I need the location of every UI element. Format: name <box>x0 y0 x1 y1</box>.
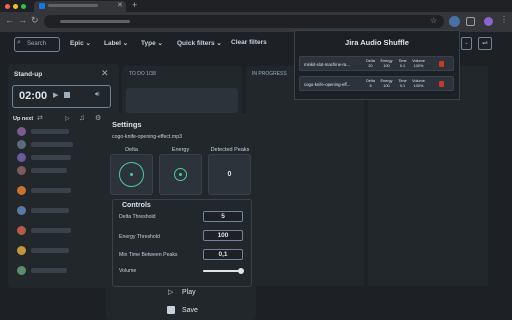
close-window-icon[interactable] <box>5 3 10 9</box>
url-text-redacted <box>60 20 130 23</box>
up-next-label: Up next <box>13 116 34 122</box>
energy-threshold-input[interactable]: 100 <box>203 230 243 241</box>
min-time-input[interactable]: 0,1 <box>203 249 243 260</box>
shuffle-icon[interactable]: ⇄ <box>37 114 43 122</box>
delete-icon[interactable] <box>439 61 444 67</box>
delta-threshold-label: Delta Threshold <box>119 214 156 220</box>
issue-card[interactable] <box>126 88 238 113</box>
board-settings-icon[interactable]: ⇌ <box>478 37 492 50</box>
settings-title: Settings <box>112 120 142 129</box>
back-icon[interactable]: ← <box>5 15 14 25</box>
participant-name-redacted <box>31 268 67 273</box>
gear-icon[interactable]: ⚙ <box>95 114 101 122</box>
detected-peaks-label: Detected Peaks <box>210 147 250 153</box>
profile-avatar-icon[interactable] <box>484 17 493 26</box>
min-time-label: Min Time Between Peaks <box>119 252 178 258</box>
filter-label[interactable]: Label ⌄ <box>104 39 128 47</box>
volume-slider-handle[interactable] <box>238 268 244 274</box>
participant-name-redacted <box>31 168 67 173</box>
browser-menu-icon[interactable]: ⋮ <box>500 15 508 24</box>
volume-slider[interactable] <box>203 268 244 274</box>
avatar <box>17 127 26 136</box>
energy-cell: Energy 100 <box>380 79 393 88</box>
delta-dot <box>130 173 133 176</box>
delete-icon[interactable] <box>439 81 444 87</box>
save-button[interactable]: Save <box>182 307 198 314</box>
participant-name-redacted <box>31 188 71 193</box>
close-icon[interactable]: ✕ <box>101 68 109 79</box>
tab-title-redacted <box>48 4 98 7</box>
delta-cell: Delta 20 <box>366 59 375 68</box>
avatar <box>17 246 26 255</box>
tab-favicon-icon <box>39 3 45 9</box>
sound-name: minkit-slot-machine-ra... <box>304 62 350 67</box>
search-icon: ⌕ <box>17 39 21 46</box>
maximize-window-icon[interactable] <box>21 3 26 9</box>
delta-threshold-input[interactable]: 5 <box>203 211 243 222</box>
energy-cell: Energy 100 <box>380 59 393 68</box>
avatar <box>17 226 26 235</box>
avatar <box>17 266 26 275</box>
timer-display: 02:00 <box>19 90 48 102</box>
volume-cell: Volume 100% <box>412 59 425 68</box>
music-icon[interactable]: ♫ <box>79 113 85 122</box>
avatar <box>17 206 26 215</box>
time-cell: Time 0.1 <box>398 79 407 88</box>
sound-filename: cogo-knife-opening-effect.mp3 <box>112 134 182 140</box>
peaks-count: 0 <box>227 171 232 178</box>
play-icon[interactable]: ▷ <box>168 288 173 296</box>
volume-icon[interactable]: 🔊︎ <box>95 91 99 99</box>
play-next-icon[interactable]: ▷ <box>65 115 70 122</box>
filter-epic[interactable]: Epic ⌄ <box>70 39 91 47</box>
play-button[interactable]: Play <box>182 289 196 296</box>
new-tab-button[interactable]: + <box>132 0 137 10</box>
avatar <box>17 166 26 175</box>
column-in-progress-header: IN PROGRESS <box>252 71 287 77</box>
stop-icon[interactable] <box>64 92 70 98</box>
standup-title: Stand-up <box>14 71 43 78</box>
avatar <box>17 186 26 195</box>
bookmark-star-icon[interactable]: ☆ <box>430 16 437 25</box>
volume-label: Volume <box>119 268 137 274</box>
avatar <box>17 140 26 149</box>
volume-cell: Volume 100% <box>412 79 425 88</box>
column-todo-header: TO DO 1/38 <box>129 71 156 77</box>
participant-name-redacted <box>31 142 73 147</box>
extension-active-icon[interactable] <box>449 16 460 27</box>
extensions-puzzle-icon[interactable] <box>466 17 475 26</box>
participant-name-redacted <box>31 155 71 160</box>
save-icon <box>167 306 175 314</box>
participant-name-redacted <box>31 248 69 253</box>
reload-icon[interactable]: ↻ <box>31 15 39 26</box>
forward-icon[interactable]: → <box>18 15 27 25</box>
avatar <box>17 153 26 162</box>
sound-row[interactable]: cogo-knife-opening-eff... Delta 5 Energy 1… <box>299 76 454 91</box>
filter-type[interactable]: Type ⌄ <box>141 39 163 47</box>
energy-threshold-label: Energy Threshold <box>119 234 160 240</box>
clear-filters-button[interactable]: Clear filters <box>231 39 267 46</box>
tab-close-icon[interactable]: ✕ <box>117 1 123 9</box>
time-cell: Time 0.1 <box>398 59 407 68</box>
energy-dot <box>179 173 182 176</box>
energy-label: Energy <box>171 147 190 153</box>
delta-label: Delta <box>125 147 138 153</box>
participant-name-redacted <box>31 208 69 213</box>
minimize-window-icon[interactable] <box>13 3 18 9</box>
filter-quick-filters[interactable]: Quick filters ⌄ <box>177 39 222 47</box>
play-icon[interactable]: ▶ <box>53 91 58 99</box>
popup-title: Jira Audio Shuffle <box>345 38 409 47</box>
volume-fill <box>203 270 241 272</box>
delta-cell: Delta 5 <box>366 79 375 88</box>
search-placeholder: Search <box>27 41 47 47</box>
sound-row[interactable]: minkit-slot-machine-ra... Delta 20 Energy… <box>299 56 454 71</box>
sound-name: cogo-knife-opening-eff... <box>304 82 351 87</box>
view-options-dropdown[interactable]: ⌄ <box>461 37 472 50</box>
controls-title: Controls <box>122 202 151 209</box>
participant-name-redacted <box>31 129 69 134</box>
participant-name-redacted <box>31 228 71 233</box>
